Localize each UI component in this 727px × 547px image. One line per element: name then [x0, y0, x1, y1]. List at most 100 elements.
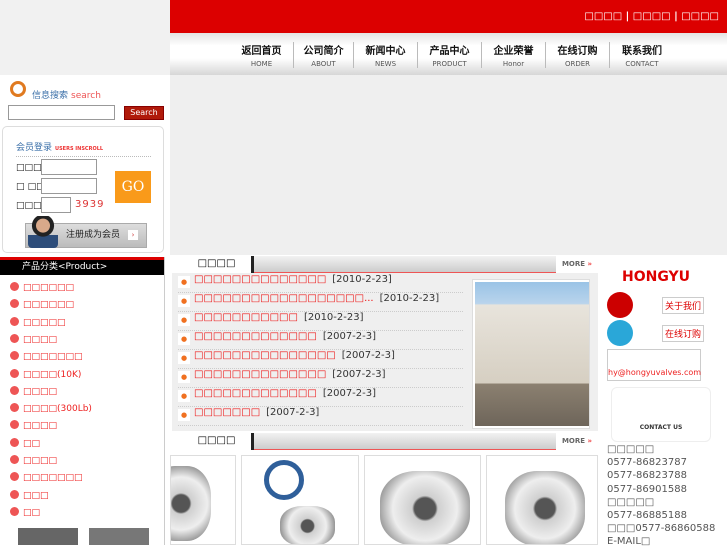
news-title-link[interactable]: □□□□□□□ — [194, 407, 260, 418]
news-more-link[interactable]: MORE » — [556, 256, 598, 273]
bullet-icon — [10, 472, 19, 482]
nav-sublabel: ABOUT — [311, 60, 336, 68]
news-date: [2007-2-3] — [322, 331, 377, 342]
news-item[interactable]: ● □□□□□□□□□□□□□ [2007-2-3] — [178, 331, 463, 350]
search-button[interactable]: Search — [124, 106, 164, 120]
news-item[interactable]: ● □□□□□□□□□□□□□□□ [2007-2-3] — [178, 350, 463, 369]
go-button[interactable]: GO — [115, 171, 151, 203]
bullet-icon — [10, 385, 19, 395]
contact-us-label: CONTACT US — [639, 424, 683, 431]
category-item[interactable]: □□□□□ — [10, 316, 66, 328]
search-input[interactable] — [8, 105, 115, 120]
login-title: 会员登录 USERS INSCROLL — [16, 140, 151, 157]
category-item[interactable]: □□□□ — [10, 455, 57, 466]
category-label: □□□□ — [23, 421, 58, 432]
bullet-icon — [10, 506, 19, 516]
contact-line: □□□□□ — [607, 444, 655, 455]
category-item[interactable]: □□□□ — [10, 385, 58, 397]
news-item[interactable]: ● □□□□□□□□□□□□□ [2007-2-3] — [178, 388, 463, 407]
about-link[interactable]: 关于我们 — [662, 297, 705, 314]
category-item[interactable]: □□ — [10, 506, 40, 518]
category-item[interactable]: □□□□□□□ — [10, 351, 83, 362]
news-title-link[interactable]: □□□□□□□□□□□ — [194, 312, 298, 323]
about-icon — [607, 292, 633, 318]
nav-label: 在线订购 — [557, 46, 598, 57]
bullet-icon — [10, 403, 19, 413]
category-item[interactable]: □□□□ — [10, 420, 57, 431]
category-item[interactable]: □□□□(10K) — [10, 368, 81, 380]
bullet-icon: ● — [178, 276, 190, 288]
nav-product[interactable]: 产品中心 PRODUCT — [418, 42, 482, 68]
register-label: 注册成为会员 — [66, 230, 121, 240]
news-title-link[interactable]: □□□□□□□□□□□□□□ — [194, 274, 326, 285]
product-image[interactable] — [170, 455, 236, 545]
thumbnail[interactable] — [18, 528, 78, 545]
nav-order[interactable]: 在线订购 ORDER — [546, 42, 610, 68]
top-links[interactable]: □□□□ | □□□□ | □□□□ — [584, 11, 719, 22]
news-item[interactable]: ● □□□□□□□□□□□□□□□□□□... [2010-2-23] — [178, 293, 463, 312]
nav-honor[interactable]: 企业荣誉 Honor — [482, 42, 546, 68]
thumbnail[interactable] — [89, 528, 149, 545]
products-more-link[interactable]: MORE » — [556, 433, 598, 450]
category-item[interactable]: □□□□ — [10, 333, 58, 345]
top-bar: □□□□ | □□□□ | □□□□ — [170, 0, 727, 33]
news-item[interactable]: ● □□□□□□□□□□□ [2010-2-23] — [178, 312, 463, 331]
nav-about[interactable]: 公司简介 ABOUT — [294, 42, 354, 68]
news-title-link[interactable]: □□□□□□□□□□□□□ — [194, 331, 317, 342]
news-item[interactable]: ● □□□□□□□□□□□□□□ [2007-2-3] — [178, 369, 463, 388]
bullet-icon — [10, 316, 19, 326]
magnifier-icon — [10, 81, 26, 97]
news-date: [2010-2-23] — [303, 312, 364, 323]
verification-code: 3939 — [75, 199, 105, 210]
category-item[interactable]: □□□ — [10, 489, 49, 501]
news-title-link[interactable]: □□□□□□□□□□□□□□□□□□... — [194, 293, 374, 304]
nav-contact[interactable]: 联系我们 CONTACT — [610, 42, 674, 68]
login-title-cn: 会员登录 — [16, 143, 53, 153]
news-title-link[interactable]: □□□□□□□□□□□□□ — [194, 388, 317, 399]
username-input[interactable] — [41, 159, 97, 175]
category-label: □□□□(300Lb) — [23, 404, 92, 415]
nav-sublabel: PRODUCT — [432, 60, 467, 68]
search-title-en: search — [71, 91, 101, 101]
category-item[interactable]: □□□□□□ — [10, 282, 74, 293]
category-label: □□□□ — [23, 386, 58, 397]
order-link[interactable]: 在线订购 — [662, 325, 705, 342]
code-input[interactable] — [41, 197, 71, 213]
email-link[interactable]: hy@hongyuvalves.com — [607, 349, 701, 381]
product-image[interactable] — [364, 455, 481, 545]
bullet-icon — [10, 455, 19, 464]
password-input[interactable] — [41, 178, 97, 194]
email-text: hy@hongyuvalves.com — [608, 368, 702, 377]
news-title-link[interactable]: □□□□□□□□□□□□□□ — [194, 369, 326, 380]
register-button[interactable]: 注册成为会员 › — [25, 216, 147, 248]
logo-area — [0, 0, 170, 75]
category-item[interactable]: □□ — [10, 437, 41, 449]
category-item[interactable]: □□□□□□□ — [10, 472, 83, 483]
product-image[interactable] — [486, 455, 598, 545]
news-title-link[interactable]: □□□□□□□□□□□□□□□ — [194, 350, 336, 361]
category-item[interactable]: □□□□(300Lb) — [10, 403, 92, 414]
nav-home[interactable]: 返回首页 HOME — [230, 42, 294, 68]
news-date: [2007-2-3] — [341, 350, 395, 361]
product-image[interactable] — [241, 455, 359, 545]
news-item[interactable]: ● □□□□□□□□□□□□□□ [2010-2-23] — [178, 274, 463, 293]
bullet-icon — [10, 282, 19, 291]
search-title-cn: 信息搜索 — [32, 91, 69, 101]
bullet-icon: ● — [178, 333, 190, 345]
news-item[interactable]: ● □□□□□□□ [2007-2-3] — [178, 407, 463, 426]
bullet-icon — [10, 351, 19, 361]
category-item[interactable]: □□□□□□ — [10, 299, 74, 310]
nav-sublabel: HOME — [250, 60, 273, 68]
bullet-icon — [10, 368, 19, 378]
contact-line: E-MAIL□ — [607, 536, 651, 547]
bullet-icon: ● — [178, 390, 190, 402]
news-list: ● □□□□□□□□□□□□□□ [2010-2-23] ● □□□□□□□□□□□□□… — [172, 273, 598, 431]
category-label: □□ — [23, 438, 41, 449]
nav-news[interactable]: 新闻中心 NEWS — [354, 42, 418, 68]
category-label: □□□□□ — [23, 317, 66, 328]
right-sidebar: HONGYU 关于我们 在线订购 hy@hongyuvalves.com CON… — [600, 257, 727, 547]
order-icon — [607, 320, 633, 346]
login-title-en: USERS INSCROLL — [55, 146, 104, 152]
bullet-icon: ● — [178, 409, 190, 421]
category-label: □□□□ — [23, 334, 58, 345]
